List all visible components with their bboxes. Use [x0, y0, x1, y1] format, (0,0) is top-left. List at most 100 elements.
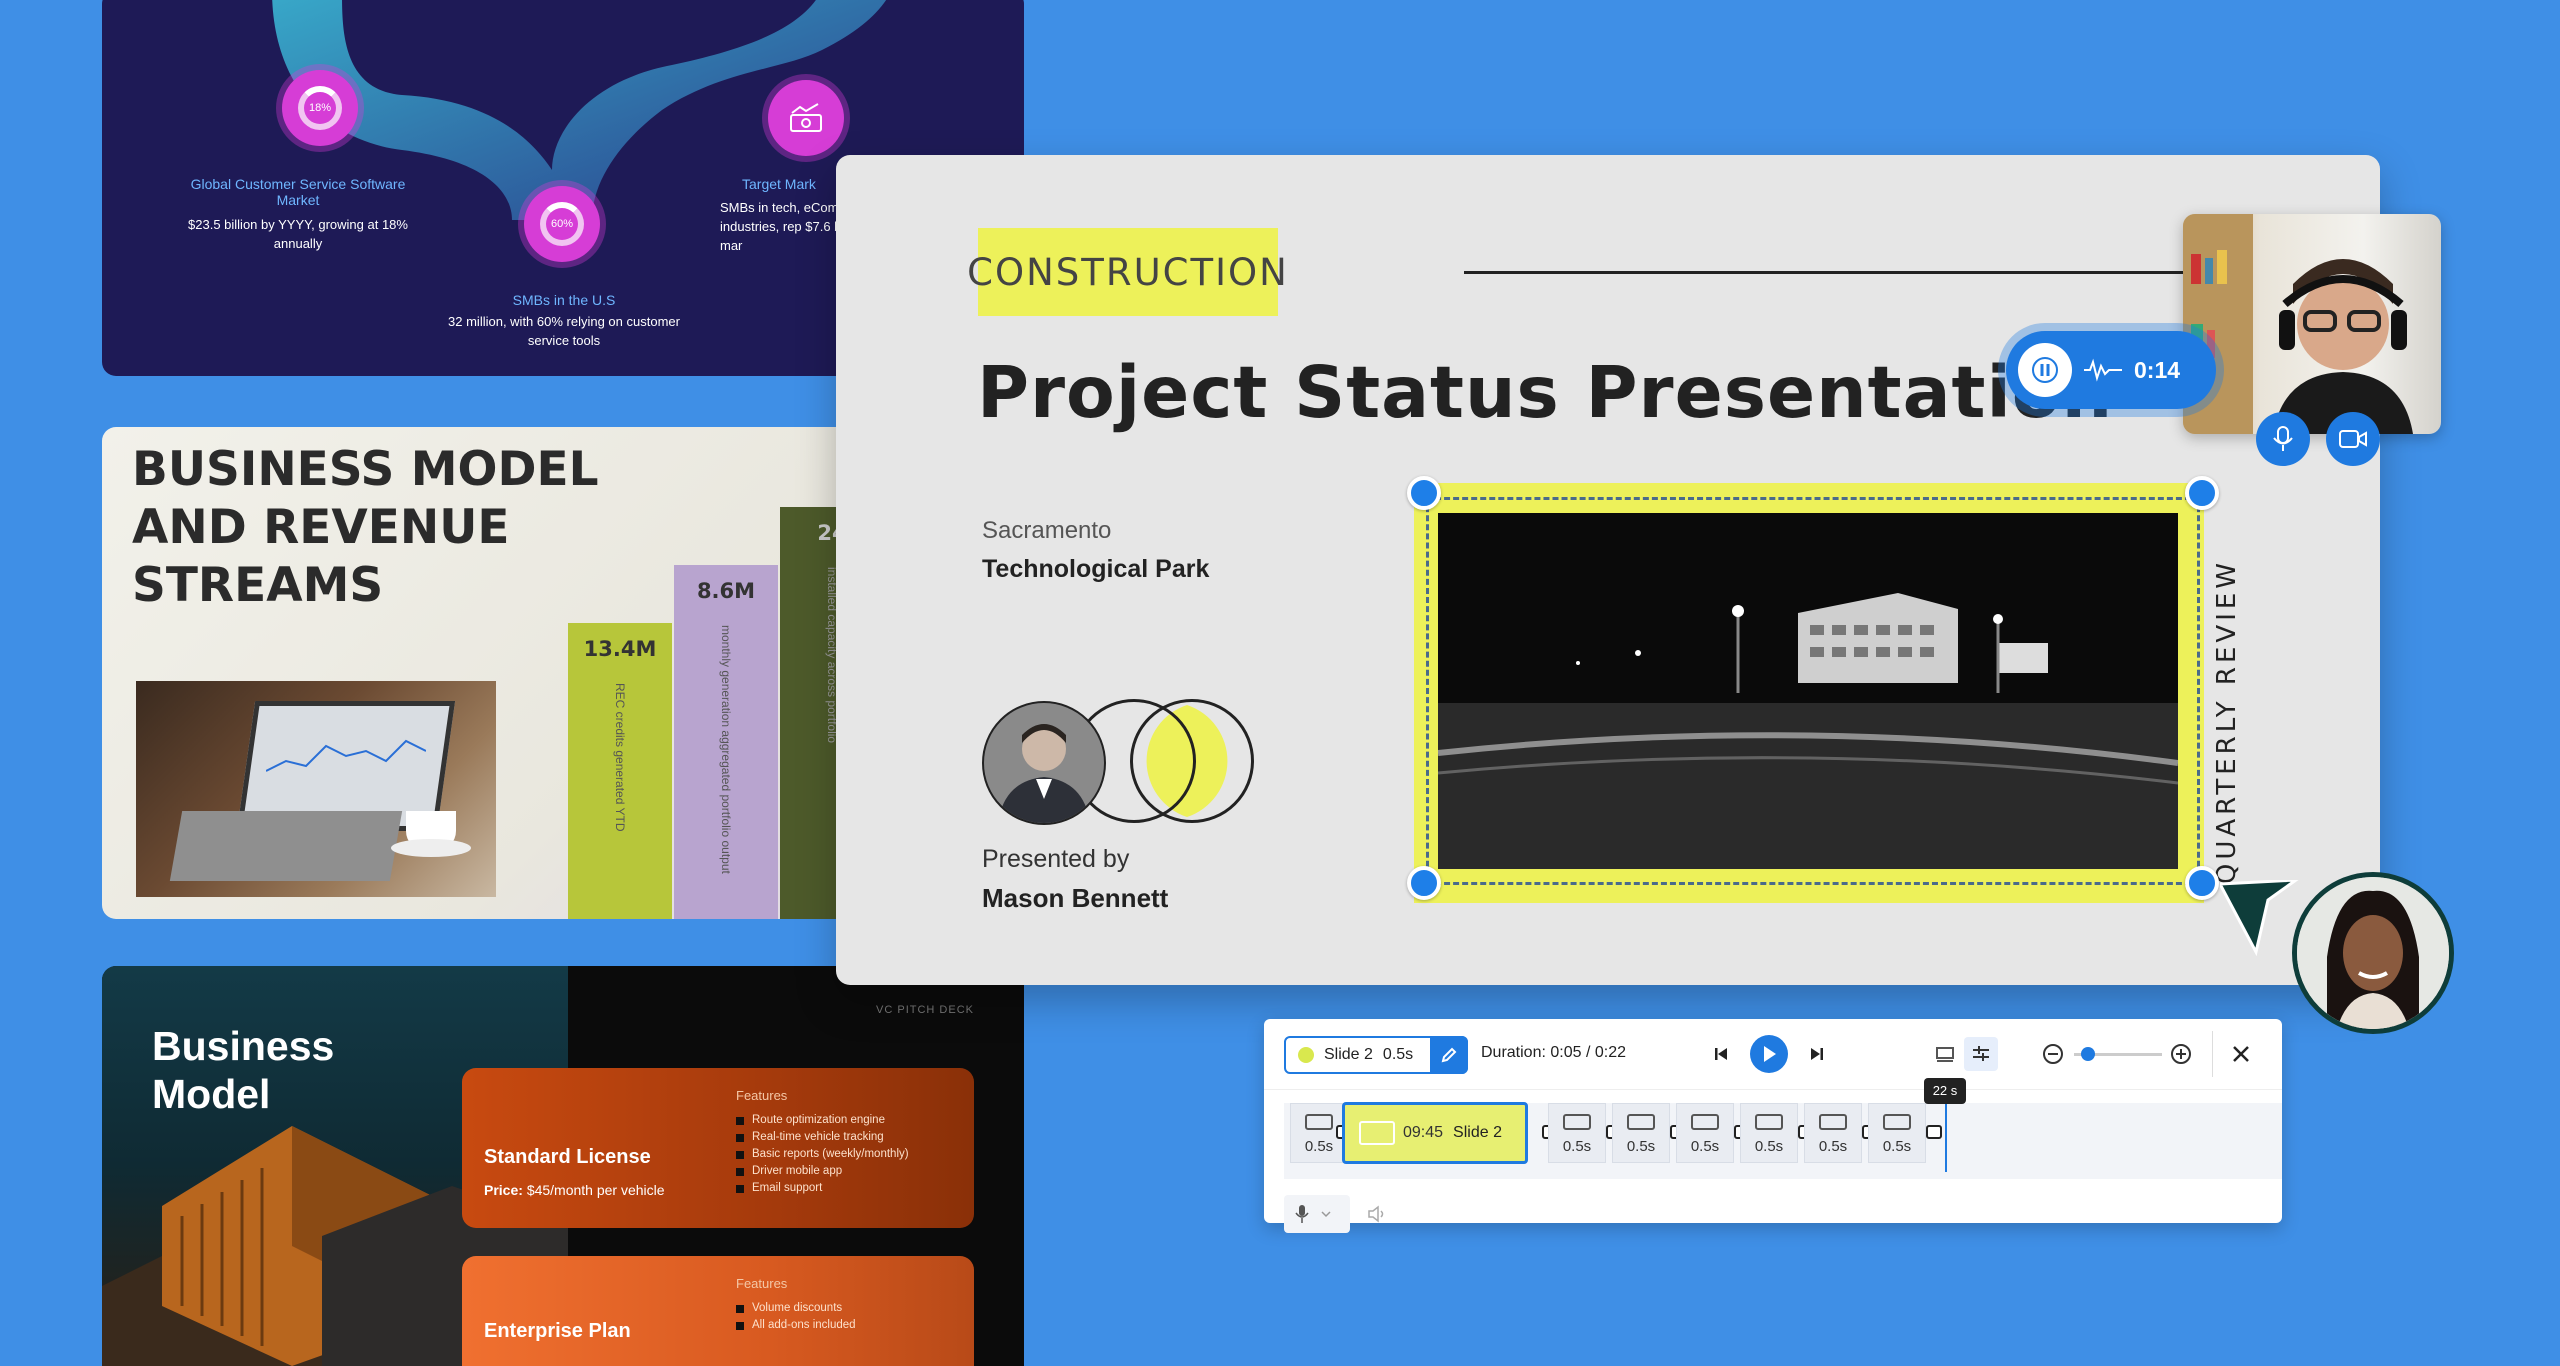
market-badge-1-value: 18% — [298, 86, 342, 130]
pitch-slide-card[interactable]: Business Model VC PITCH DECK Standard Li… — [102, 966, 1024, 1366]
skip-forward-icon — [1811, 1048, 1823, 1060]
slide-chip-name: Slide 2 — [1324, 1046, 1373, 1063]
clip-duration: 0.5s — [1690, 1138, 1720, 1155]
chevron-down-icon — [1321, 1211, 1331, 1218]
zoom-out-button[interactable] — [2040, 1041, 2066, 1067]
microphone-dropdown[interactable] — [1284, 1195, 1350, 1233]
clip-duration: 0.5s — [1754, 1138, 1784, 1155]
timeline-clip[interactable]: 0.5s — [1740, 1103, 1798, 1163]
view-single-button[interactable] — [1928, 1037, 1962, 1071]
timeline-editor: Slide 2 0.5s Duration: 0:05 / 0:22 0.5s … — [1264, 1019, 2282, 1233]
microphone-icon — [2273, 426, 2293, 451]
volume-button[interactable] — [1358, 1195, 1396, 1233]
view-timeline-button[interactable] — [1964, 1037, 1998, 1071]
presented-by-label[interactable]: Presented by — [982, 845, 1129, 874]
timeline-playhead[interactable] — [1945, 1098, 1947, 1172]
plan-standard-features-heading: Features — [736, 1088, 788, 1103]
feature-item: Real-time vehicle tracking — [736, 1129, 909, 1146]
plan-enterprise-name: Enterprise Plan — [484, 1320, 631, 1342]
edit-slide-button[interactable] — [1430, 1036, 1468, 1074]
laptop-photo — [136, 681, 496, 897]
transition-icon[interactable] — [1926, 1125, 1942, 1139]
clip-duration: 0.5s — [1562, 1138, 1592, 1155]
skip-forward-button[interactable] — [1804, 1041, 1830, 1067]
slide-title[interactable]: Project Status Presentation — [977, 351, 2113, 434]
resize-handle-top-left[interactable] — [1407, 476, 1441, 510]
play-icon — [1764, 1046, 1776, 1062]
quarterly-review-label[interactable]: QUARTERLY REVIEW — [2212, 559, 2242, 884]
recording-timer: 0:14 — [2134, 356, 2181, 383]
category-tag-text: CONSTRUCTION — [967, 250, 1289, 294]
pitch-title-line-1: Business — [152, 1023, 335, 1069]
timeline-sliders-icon — [1973, 1046, 1989, 1061]
pause-recording-button[interactable] — [2018, 343, 2072, 397]
market-segment-1-title: Global Customer Service Software Market — [190, 176, 406, 208]
presenter-photo[interactable] — [982, 701, 1106, 825]
plan-standard-features: Route optimization engine Real-time vehi… — [736, 1112, 909, 1197]
feature-item: Route optimization engine — [736, 1112, 909, 1129]
skip-back-button[interactable] — [1708, 1041, 1734, 1067]
plan-enterprise: Enterprise Plan Features Volume discount… — [462, 1256, 974, 1366]
collaborator-avatar[interactable] — [2292, 872, 2454, 1034]
timeline-clip[interactable]: 0.5s — [1804, 1103, 1862, 1163]
zoom-slider-handle[interactable] — [2081, 1047, 2095, 1061]
close-editor-button[interactable] — [2226, 1039, 2256, 1069]
revenue-title: BUSINESS MODEL AND REVENUE STREAMS — [132, 442, 599, 613]
duration-text: Duration: 0:05 / 0:22 — [1481, 1044, 1626, 1061]
clip-duration: 0.5s — [1304, 1138, 1334, 1155]
camera-icon — [2339, 430, 2367, 448]
revenue-bar-2-desc: monthly generation aggregated portfolio … — [719, 625, 733, 874]
pitch-deck-label: VC PITCH DECK — [876, 1004, 974, 1016]
slide-chip-duration: 0.5s — [1382, 1046, 1414, 1063]
clip-duration: 0.5s — [1626, 1138, 1656, 1155]
resize-handle-bottom-right[interactable] — [2185, 866, 2219, 900]
zoom-out-icon — [2043, 1044, 2063, 1064]
resize-handle-bottom-left[interactable] — [1407, 866, 1441, 900]
resize-handle-top-right[interactable] — [2185, 476, 2219, 510]
waveform-icon — [2084, 358, 2122, 382]
slide-color-dot — [1298, 1047, 1314, 1063]
editor-toolbar: Slide 2 0.5s Duration: 0:05 / 0:22 — [1264, 1019, 2282, 1090]
collaborator-cursor-icon — [2220, 880, 2299, 957]
revenue-bar-1-desc: REC credits generated YTD — [613, 683, 627, 832]
money-trend-icon — [768, 80, 844, 156]
revenue-bar-1-value: 13.4M — [583, 637, 657, 661]
webcam-preview[interactable] — [2183, 214, 2441, 434]
microphone-button[interactable] — [2256, 412, 2310, 466]
market-segment-1-text: $23.5 billion by YYYY, growing at 18% an… — [188, 217, 408, 251]
zoom-in-icon — [2171, 1044, 2191, 1064]
zoom-in-button[interactable] — [2168, 1041, 2194, 1067]
play-button[interactable] — [1750, 1035, 1788, 1073]
timeline-clip[interactable]: 0.5s — [1612, 1103, 1670, 1163]
active-clip-time: 09:45 — [1403, 1124, 1444, 1141]
feature-item: Email support — [736, 1180, 909, 1197]
recording-control-pill: 0:14 — [2006, 331, 2216, 409]
camera-button[interactable] — [2326, 412, 2380, 466]
active-clip-name: Slide 2 — [1453, 1124, 1502, 1141]
microphone-icon — [1295, 1205, 1309, 1223]
plan-enterprise-features-heading: Features — [736, 1276, 788, 1291]
plan-enterprise-features: Volume discounts All add-ons included — [736, 1300, 856, 1334]
venn-circle-right — [1130, 699, 1254, 823]
pencil-icon — [1441, 1047, 1457, 1063]
presenter-name[interactable]: Mason Bennett — [982, 883, 1168, 914]
image-selection-border — [1426, 497, 2200, 885]
revenue-bar-2: 8.6M monthly generation aggregated portf… — [674, 565, 778, 919]
timeline-clip[interactable]: 0.5s — [1676, 1103, 1734, 1163]
timeline-track[interactable]: 0.5s 09:45 Slide 2 0.5s 0.5s 0.5s 0.5s 0… — [1284, 1102, 2282, 1179]
feature-item: All add-ons included — [736, 1317, 856, 1334]
location-city[interactable]: Sacramento — [982, 517, 1111, 545]
clip-duration: 0.5s — [1882, 1138, 1912, 1155]
plan-standard: Standard License Price: $45/month per ve… — [462, 1068, 974, 1228]
location-place[interactable]: Technological Park — [982, 555, 1209, 584]
active-timeline-clip[interactable]: 09:45 Slide 2 — [1342, 1102, 1528, 1164]
skip-back-icon — [1715, 1048, 1727, 1060]
timeline-clip[interactable]: 0.5s — [1868, 1103, 1926, 1163]
pause-icon — [2032, 357, 2058, 383]
main-slide-canvas[interactable]: CONSTRUCTION Project Status Presentation… — [836, 155, 2380, 985]
slide-chip[interactable]: Slide 2 0.5s — [1284, 1036, 1468, 1074]
feature-item: Driver mobile app — [736, 1163, 909, 1180]
timeline-clip[interactable]: 0.5s — [1548, 1103, 1606, 1163]
revenue-bar-2-value: 8.6M — [696, 579, 756, 603]
toolbar-divider — [2212, 1031, 2213, 1077]
